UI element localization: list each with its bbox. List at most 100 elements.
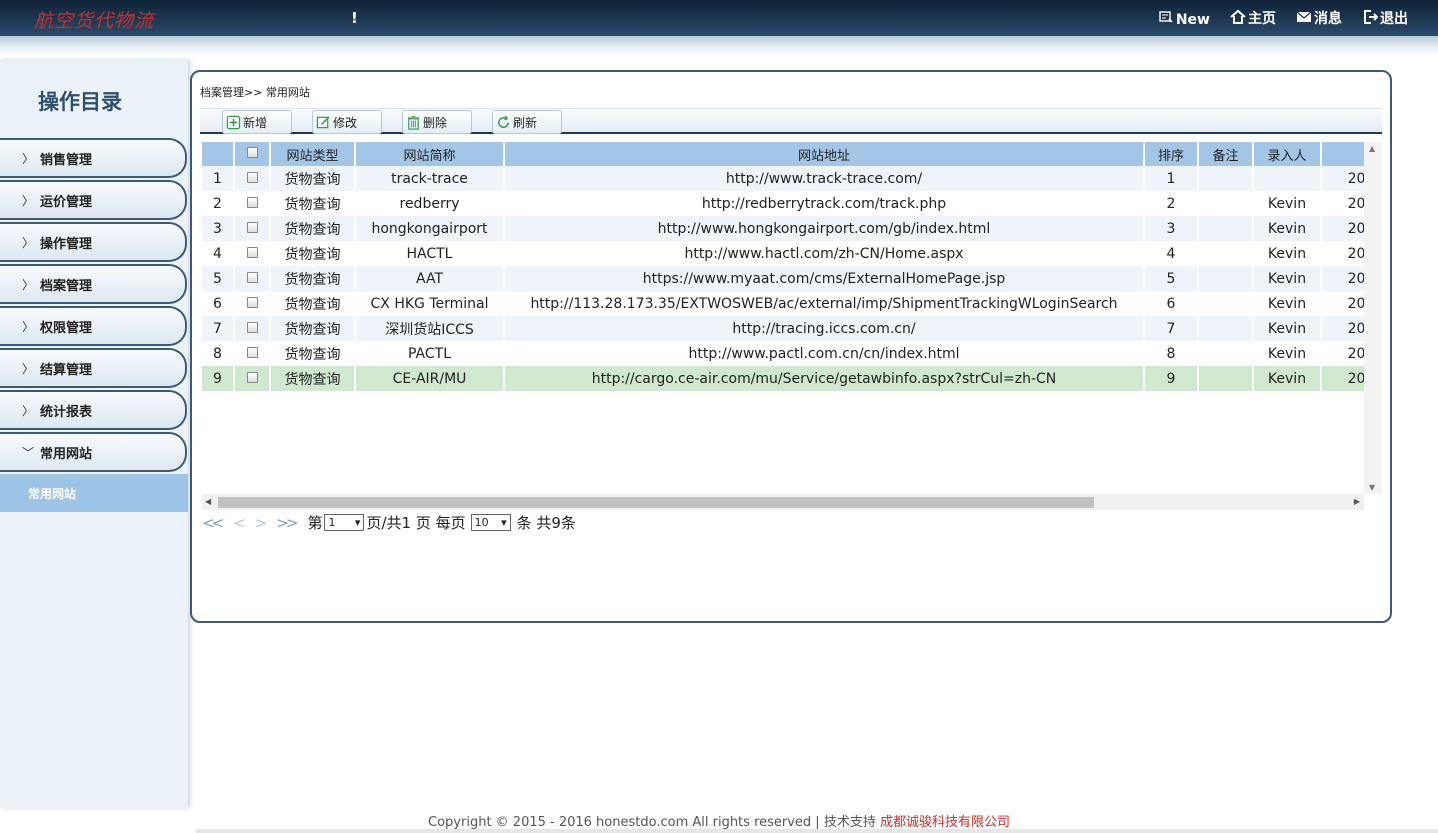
table-row[interactable]: 7 货物查询 深圳货站ICCS http://tracing.iccs.com.cn/… [202, 316, 1364, 341]
sidebar-item-permissions[interactable]: 〉权限管理 [0, 306, 187, 346]
select-all-checkbox[interactable] [246, 146, 258, 158]
envelope-icon [1296, 11, 1312, 22]
col-note[interactable]: 备注 [1199, 142, 1254, 166]
page-size-select[interactable]: 10 ▾ [470, 514, 511, 531]
page-select[interactable]: 1 ▾ [324, 514, 365, 531]
table-row[interactable]: 4 货物查询 HACTL http://www.hactl.com/zh-CN/Hom… [202, 241, 1364, 266]
refresh-button[interactable]: 刷新 [492, 110, 562, 134]
row-checkbox-cell[interactable] [235, 316, 271, 341]
scroll-down-icon[interactable]: ▼ [1369, 483, 1375, 492]
scroll-right-icon[interactable]: ▶ [1354, 497, 1360, 506]
row-checkbox[interactable] [246, 321, 258, 333]
col-entered-by[interactable]: 录入人 [1254, 142, 1322, 166]
entered-by-cell [1254, 166, 1322, 191]
row-checkbox-cell[interactable] [235, 241, 271, 266]
entered-by-cell: Kevin [1254, 341, 1322, 366]
row-checkbox-cell[interactable] [235, 191, 271, 216]
prev-page-button[interactable]: < [233, 514, 245, 532]
site-url-cell: https://www.myaat.com/cms/ExternalHomePa… [505, 266, 1145, 291]
scroll-left-icon[interactable]: ◀ [205, 497, 211, 506]
sidebar-item-archives[interactable]: 〉档案管理 [0, 264, 187, 304]
sidebar-item-reports[interactable]: 〉统计报表 [0, 390, 187, 430]
date-cell: 201 [1322, 241, 1364, 266]
date-cell: 201 [1322, 166, 1364, 191]
sidebar-item-settlement[interactable]: 〉结算管理 [0, 348, 187, 388]
refresh-icon [498, 115, 509, 128]
row-checkbox[interactable] [246, 296, 258, 308]
toolbar: 新增 修改 删除 刷新 [200, 108, 1382, 134]
new-button[interactable]: New [1158, 8, 1210, 28]
table-row[interactable]: 5 货物查询 AAT https://www.myaat.com/cms/Extern… [202, 266, 1364, 291]
col-select-all[interactable] [235, 142, 271, 166]
edit-button-label: 修改 [333, 115, 358, 130]
sidebar-item-label: 常用网站 [40, 446, 93, 462]
edit-icon [316, 115, 330, 128]
row-checkbox[interactable] [246, 246, 258, 258]
dropdown-arrow-icon: ▾ [354, 516, 361, 529]
row-checkbox[interactable] [246, 271, 258, 283]
col-site-url[interactable]: 网站地址 [505, 142, 1145, 166]
date-cell: 201 [1322, 291, 1364, 316]
row-checkbox[interactable] [246, 346, 258, 358]
date-cell: 201 [1322, 216, 1364, 241]
delete-button[interactable]: 删除 [402, 110, 472, 134]
row-checkbox[interactable] [246, 171, 258, 183]
sidebar-subitem-common-sites[interactable]: 常用网站 [0, 474, 188, 512]
entered-by-cell: Kevin [1254, 266, 1322, 291]
note-cell [1199, 166, 1254, 191]
breadcrumb: 档案管理>> 常用网站 [200, 86, 310, 99]
row-checkbox[interactable] [246, 221, 258, 233]
entered-by-cell: Kevin [1254, 291, 1322, 316]
data-grid: 网站类型 网站简称 网站地址 排序 备注 录入人 1 货物查询 track-trac… [202, 142, 1364, 494]
home-button[interactable]: 主页 [1230, 8, 1276, 28]
table-row[interactable]: 8 货物查询 PACTL http://www.pactl.com.cn/cn/ind… [202, 341, 1364, 366]
logout-button[interactable]: 退出 [1362, 8, 1408, 28]
table-row[interactable]: 6 货物查询 CX HKG Terminal http://113.28.173.35… [202, 291, 1364, 316]
sidebar-item-common-sites[interactable]: ﹀ 常用网站 [0, 432, 187, 472]
row-checkbox-cell[interactable] [235, 216, 271, 241]
sidebar-item-sales[interactable]: 〉销售管理 [0, 138, 187, 178]
table-row[interactable]: 1 货物查询 track-trace http://www.track-trace.c… [202, 166, 1364, 191]
entered-by-cell: Kevin [1254, 366, 1322, 391]
copyright-text: Copyright © 2015 - 2016 honestdo.com All… [428, 815, 880, 830]
row-checkbox-cell[interactable] [235, 166, 271, 191]
sidebar-item-freight-rates[interactable]: 〉运价管理 [0, 180, 187, 220]
site-name-cell: CX HKG Terminal [356, 291, 505, 316]
col-order[interactable]: 排序 [1145, 142, 1199, 166]
sidebar-item-operations[interactable]: 〉操作管理 [0, 222, 187, 262]
horizontal-scrollbar[interactable]: ◀ ▶ [202, 494, 1364, 510]
row-checkbox[interactable] [246, 371, 258, 383]
table-row[interactable]: 9 货物查询 CE-AIR/MU http://cargo.ce-air.com/mu… [202, 366, 1364, 391]
site-name-cell: CE-AIR/MU [356, 366, 505, 391]
table-row[interactable]: 2 货物查询 redberry http://redberrytrack.com/tr… [202, 191, 1364, 216]
col-date[interactable] [1322, 142, 1364, 166]
chevron-right-icon: 〉 [22, 361, 35, 376]
scroll-up-icon[interactable]: ▲ [1369, 144, 1375, 153]
vertical-scrollbar[interactable]: ▲ ▼ [1364, 142, 1382, 494]
horizontal-scroll-thumb[interactable] [218, 497, 1094, 508]
row-checkbox-cell[interactable] [235, 366, 271, 391]
row-checkbox-cell[interactable] [235, 266, 271, 291]
footer: Copyright © 2015 - 2016 honestdo.com All… [0, 811, 1438, 830]
row-number-cell: 8 [202, 341, 235, 366]
company-link[interactable]: 成都诚骏科技有限公司 [880, 815, 1010, 830]
add-button[interactable]: 新增 [222, 110, 292, 134]
row-checkbox-cell[interactable] [235, 291, 271, 316]
site-name-cell: AAT [356, 266, 505, 291]
sidebar-item-label: 操作管理 [40, 236, 93, 252]
first-page-button[interactable]: << [202, 514, 224, 532]
col-site-type[interactable]: 网站类型 [271, 142, 356, 166]
col-site-name[interactable]: 网站简称 [356, 142, 505, 166]
next-page-button[interactable]: > [255, 514, 267, 532]
last-page-button[interactable]: >> [276, 514, 298, 532]
site-name-cell: 深圳货站ICCS [356, 316, 505, 341]
site-type-cell: 货物查询 [271, 341, 356, 366]
site-url-cell: http://tracing.iccs.com.cn/ [505, 316, 1145, 341]
row-number-cell: 5 [202, 266, 235, 291]
edit-button[interactable]: 修改 [312, 110, 382, 134]
order-cell: 2 [1145, 191, 1199, 216]
table-row[interactable]: 3 货物查询 hongkongairport http://www.hongkonga… [202, 216, 1364, 241]
messages-button[interactable]: 消息 [1296, 8, 1342, 28]
row-checkbox-cell[interactable] [235, 341, 271, 366]
row-checkbox[interactable] [246, 196, 258, 208]
